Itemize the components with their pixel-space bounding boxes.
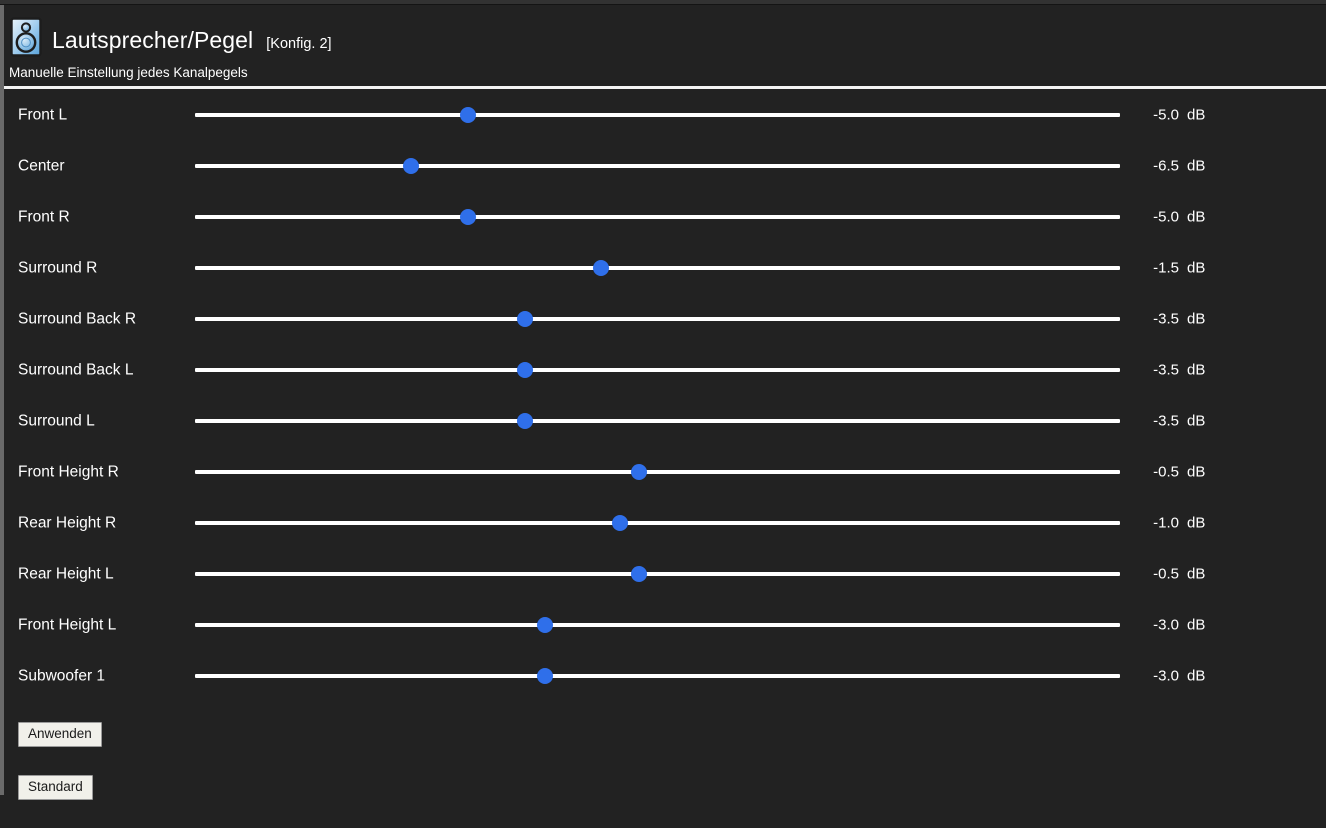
channel-slider[interactable]: -3.5 dB	[195, 344, 1326, 395]
channel-value: -3.0	[1153, 667, 1179, 684]
channel-label: Front Height L	[18, 616, 117, 633]
slider-track[interactable]	[195, 673, 1120, 678]
config-tag: [Konfig. 2]	[266, 36, 332, 52]
channel-label: Front R	[18, 208, 70, 225]
channel-unit: dB	[1187, 208, 1206, 225]
channel-unit: dB	[1187, 157, 1206, 174]
page-header: Lautsprecher/Pegel [Konfig. 2] Manuelle …	[4, 6, 1326, 87]
slider-thumb[interactable]	[517, 310, 534, 327]
channel-row: Rear Height R -1.0 dB	[4, 497, 1326, 548]
channel-label: Rear Height L	[18, 565, 114, 582]
channel-row: Front L -5.0 dB	[4, 89, 1326, 140]
slider-thumb[interactable]	[517, 361, 534, 378]
slider-thumb[interactable]	[459, 208, 476, 225]
channel-value: -3.5	[1153, 412, 1179, 429]
channel-unit: dB	[1187, 463, 1206, 480]
channel-row: Front R -5.0 dB	[4, 191, 1326, 242]
slider-track[interactable]	[195, 265, 1120, 270]
channel-label: Surround Back R	[18, 310, 137, 327]
slider-thumb[interactable]	[517, 412, 534, 429]
channel-value: -5.0	[1153, 208, 1179, 225]
channel-unit: dB	[1187, 412, 1206, 429]
channel-row: Front Height L -3.0 dB	[4, 599, 1326, 650]
channel-unit: dB	[1187, 361, 1206, 378]
channel-row: Surround Back R -3.5 dB	[4, 293, 1326, 344]
slider-thumb[interactable]	[593, 259, 610, 276]
channel-level-list: Front L -5.0 dB Center -6.5 dB Front R -5.0 dB Su…	[4, 89, 1326, 701]
channel-unit: dB	[1187, 259, 1206, 276]
channel-label: Front Height R	[18, 463, 119, 480]
channel-slider[interactable]: -0.5 dB	[195, 548, 1326, 599]
slider-track[interactable]	[195, 418, 1120, 423]
window-top-bar	[0, 0, 1326, 5]
channel-value: -1.5	[1153, 259, 1179, 276]
channel-label: Center	[18, 157, 65, 174]
action-buttons: Anwenden Standard	[18, 722, 102, 828]
default-button[interactable]: Standard	[18, 775, 93, 800]
channel-row: Rear Height L -0.5 dB	[4, 548, 1326, 599]
channel-value: -1.0	[1153, 514, 1179, 531]
channel-slider[interactable]: -0.5 dB	[195, 446, 1326, 497]
slider-thumb[interactable]	[402, 157, 419, 174]
channel-unit: dB	[1187, 565, 1206, 582]
channel-label: Front L	[18, 106, 68, 123]
channel-label: Surround Back L	[18, 361, 134, 378]
slider-track[interactable]	[195, 112, 1120, 117]
channel-label: Surround L	[18, 412, 95, 429]
channel-row: Surround Back L -3.5 dB	[4, 344, 1326, 395]
channel-slider[interactable]: -5.0 dB	[195, 191, 1326, 242]
slider-track[interactable]	[195, 163, 1120, 168]
channel-row: Surround R -1.5 dB	[4, 242, 1326, 293]
channel-row: Center -6.5 dB	[4, 140, 1326, 191]
slider-thumb[interactable]	[611, 514, 628, 531]
channel-value: -0.5	[1153, 463, 1179, 480]
channel-slider[interactable]: -3.0 dB	[195, 599, 1326, 650]
channel-slider[interactable]: -1.0 dB	[195, 497, 1326, 548]
channel-slider[interactable]: -5.0 dB	[195, 89, 1326, 140]
channel-unit: dB	[1187, 106, 1206, 123]
channel-slider[interactable]: -3.5 dB	[195, 395, 1326, 446]
channel-value: -0.5	[1153, 565, 1179, 582]
channel-label: Subwoofer 1	[18, 667, 106, 684]
channel-row: Subwoofer 1 -3.0 dB	[4, 650, 1326, 701]
channel-row: Front Height R -0.5 dB	[4, 446, 1326, 497]
slider-track[interactable]	[195, 367, 1120, 372]
slider-track[interactable]	[195, 622, 1120, 627]
title-row: Lautsprecher/Pegel [Konfig. 2]	[52, 27, 332, 53]
channel-slider[interactable]: -6.5 dB	[195, 140, 1326, 191]
slider-thumb[interactable]	[536, 616, 553, 633]
slider-track[interactable]	[195, 520, 1120, 525]
page-title: Lautsprecher/Pegel	[52, 27, 254, 53]
channel-slider[interactable]: -3.0 dB	[195, 650, 1326, 701]
slider-track[interactable]	[195, 214, 1120, 219]
apply-button[interactable]: Anwenden	[18, 722, 102, 747]
channel-label: Rear Height R	[18, 514, 117, 531]
slider-thumb[interactable]	[631, 463, 647, 480]
channel-slider[interactable]: -1.5 dB	[195, 242, 1326, 293]
channel-unit: dB	[1187, 310, 1206, 327]
channel-value: -3.5	[1153, 361, 1179, 378]
slider-thumb[interactable]	[631, 565, 647, 582]
slider-track[interactable]	[195, 316, 1120, 321]
speaker-icon	[9, 17, 43, 57]
channel-slider[interactable]: -3.5 dB	[195, 293, 1326, 344]
channel-value: -3.0	[1153, 616, 1179, 633]
channel-unit: dB	[1187, 616, 1206, 633]
slider-thumb[interactable]	[459, 106, 476, 123]
channel-label: Surround R	[18, 259, 98, 276]
channel-unit: dB	[1187, 514, 1206, 531]
slider-track[interactable]	[195, 469, 1120, 474]
page-subtitle: Manuelle Einstellung jedes Kanalpegels	[9, 65, 248, 80]
slider-track[interactable]	[195, 571, 1120, 576]
channel-unit: dB	[1187, 667, 1206, 684]
channel-row: Surround L -3.5 dB	[4, 395, 1326, 446]
channel-value: -6.5	[1153, 157, 1179, 174]
channel-value: -5.0	[1153, 106, 1179, 123]
channel-value: -3.5	[1153, 310, 1179, 327]
slider-thumb[interactable]	[536, 667, 553, 684]
